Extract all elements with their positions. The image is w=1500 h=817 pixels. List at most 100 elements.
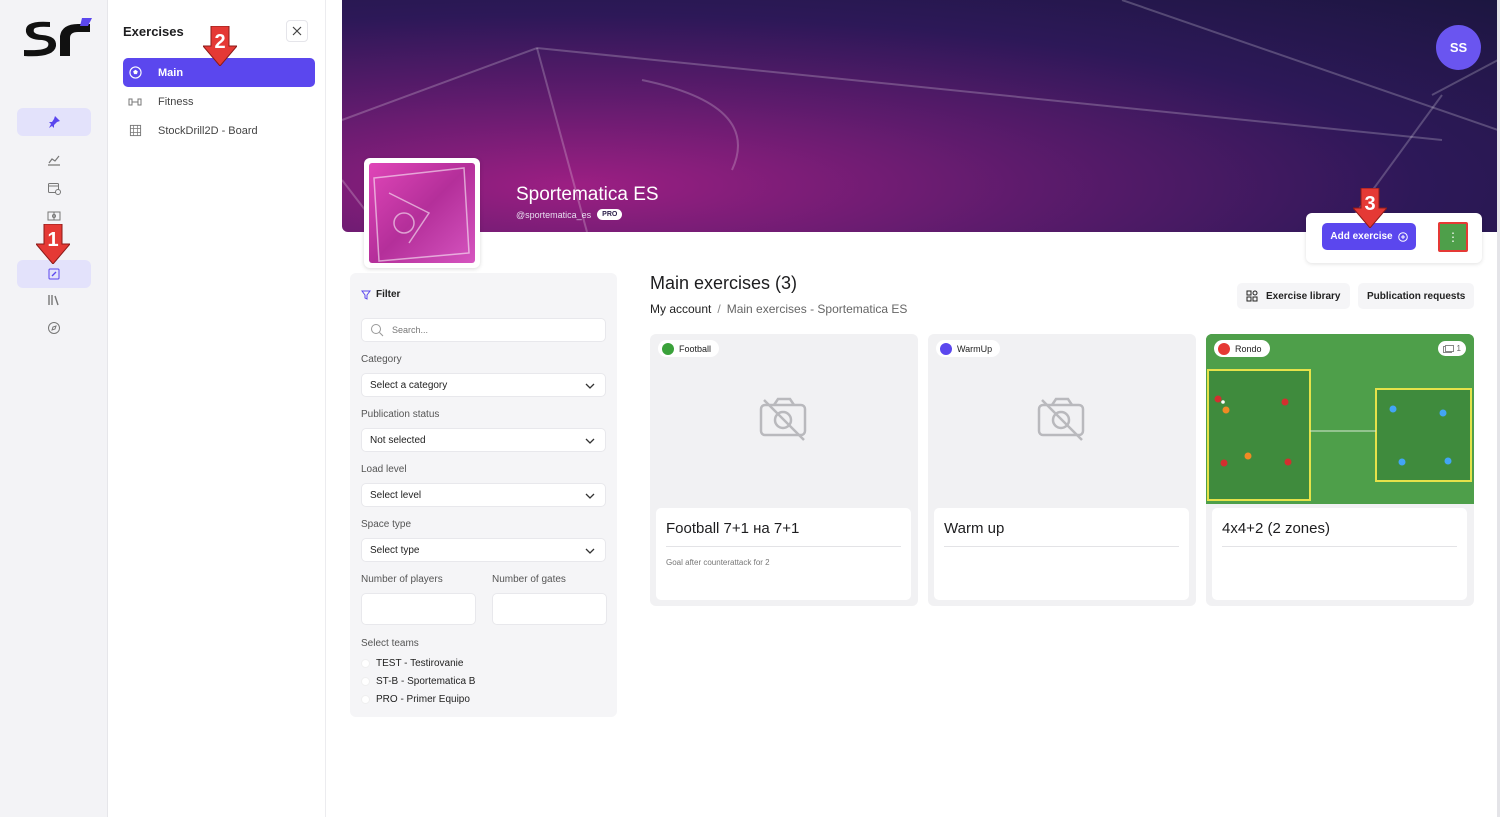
gates-input[interactable] [492,593,607,625]
category-select[interactable]: Select a category [361,373,606,397]
divider [944,546,1179,547]
organization-handle: @sportematica_es PRO [516,209,623,220]
card-title: Warm up [944,520,1005,537]
pin-icon [49,116,60,128]
exercise-card[interactable]: Rondo 1 4x4+2 (2 zones) [1206,334,1474,606]
search-placeholder: Search... [392,325,429,335]
rail-pin-button[interactable] [17,108,91,136]
status-label: Publication status [361,409,440,420]
chevron-down-icon [585,548,595,554]
compass-icon [48,322,60,334]
exercises-panel: Exercises Main Fitness StockDrill2D - Bo… [108,0,326,817]
category-value: Select a category [370,379,448,391]
category-label: Football [679,343,712,354]
panel-item-board[interactable]: StockDrill2D - Board [123,116,315,145]
team-checkbox[interactable] [361,677,370,686]
filter-panel: Filter Search... Category Select a categ… [350,273,617,717]
publication-requests-button[interactable]: Publication requests [1358,283,1475,309]
team-label: PRO - Primer Equipo [376,694,470,705]
image-count: 1 [1456,344,1461,353]
filter-title: Filter [376,289,401,300]
grid-board-icon [128,124,142,138]
annotation-number: 3 [1364,193,1375,215]
category-dot [940,342,952,355]
no-camera-icon [759,397,807,441]
category-dot [662,342,674,355]
players-label: Number of players [361,574,443,585]
user-avatar[interactable]: SS [1436,25,1481,70]
exercise-card[interactable]: Football Football 7+1 на 7+1 Goal after … [650,334,918,606]
breadcrumb-separator: / [717,302,721,316]
field-diagram [1206,334,1474,504]
category-dot [1218,342,1230,355]
profile-picture[interactable] [364,158,480,268]
exercise-library-label: Exercise library [1266,290,1341,302]
space-select[interactable]: Select type [361,538,606,562]
app-logo[interactable] [20,16,94,62]
load-label: Load level [361,464,407,475]
team-option[interactable]: ST-B - Sportematica B [361,676,475,687]
search-input[interactable]: Search... [361,318,606,342]
exercise-library-button[interactable]: Exercise library [1237,283,1350,309]
load-select[interactable]: Select level [361,483,606,507]
field-icon [47,211,61,221]
panel-item-label: Main [158,66,184,79]
more-options-button[interactable]: ⋮ [1438,222,1468,252]
rail-exercises-button[interactable] [17,260,91,288]
status-select[interactable]: Not selected [361,428,606,452]
filter-header: Filter [361,289,400,300]
card-image-placeholder [650,334,918,504]
category-label: WarmUp [957,343,993,354]
filter-icon [361,290,371,300]
rail-stats-button[interactable] [17,146,91,174]
space-label: Space type [361,519,412,530]
pro-badge: PRO [597,209,623,220]
team-option[interactable]: TEST - Testirovanie [361,658,463,669]
panel-item-label: Fitness [158,95,194,108]
organization-name: Sportematica ES [516,184,659,205]
space-value: Select type [370,544,420,556]
category-label: Rondo [1235,343,1262,354]
card-body: Football 7+1 на 7+1 Goal after counterat… [656,508,911,600]
category-badge: Football [658,340,720,357]
divider [666,546,901,547]
edit-icon [48,268,60,280]
breadcrumb: My account / Main exercises - Sportematica… [650,302,907,316]
page-title: Main exercises (3) [650,273,798,293]
team-label: TEST - Testirovanie [376,658,464,669]
card-body: Warm up [934,508,1189,600]
rail-compass-button[interactable] [17,314,91,342]
players-input[interactable] [361,593,476,625]
rail-library-button[interactable] [17,286,91,314]
team-checkbox[interactable] [361,695,370,704]
left-rail [0,0,108,817]
handle-text: @sportematica_es [516,209,592,220]
close-panel-button[interactable] [286,20,308,42]
card-body: 4x4+2 (2 zones) [1212,508,1467,600]
team-option[interactable]: PRO - Primer Equipo [361,694,470,705]
soccer-ball-icon [128,66,142,80]
chevron-down-icon [585,383,595,389]
publication-requests-label: Publication requests [1367,290,1466,302]
category-badge: WarmUp [936,340,1001,357]
panel-item-fitness[interactable]: Fitness [123,87,315,116]
action-bar: Add exercise ⋮ [1306,213,1482,263]
breadcrumb-current: Main exercises - Sportematica ES [726,302,908,316]
add-exercise-label: Add exercise [1330,231,1393,242]
card-image-placeholder [928,334,1196,504]
team-checkbox[interactable] [361,659,370,668]
gates-label: Number of gates [492,574,566,585]
close-icon [292,26,302,36]
rail-calendar-button[interactable] [17,174,91,202]
card-title: Football 7+1 на 7+1 [666,520,800,537]
panel-item-label: StockDrill2D - Board [158,124,258,137]
annotation-arrow-2: 2 [203,26,237,66]
exercise-card[interactable]: WarmUp Warm up [928,334,1196,606]
teams-label: Select teams [361,638,419,649]
breadcrumb-my-account[interactable]: My account [650,302,711,316]
category-label: Category [361,354,402,365]
card-description: Goal after counterattack for 2 [666,558,770,567]
category-badge: Rondo [1214,340,1270,357]
annotation-arrow-3: 3 [1353,188,1387,228]
library-icon [48,295,59,306]
